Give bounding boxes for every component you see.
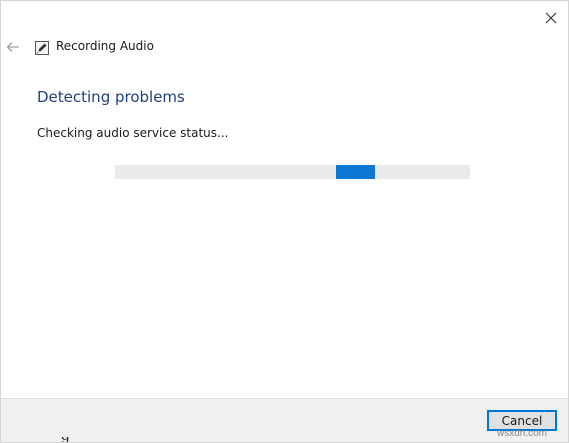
close-button[interactable] xyxy=(539,7,563,29)
app-title: Recording Audio xyxy=(56,39,154,53)
watermark: wsxdn.com xyxy=(497,428,548,439)
troubleshooter-window: ▀▀▀▀▀▀▀ ▀▀▀▀▀▀▀▀▀▀▀ ▀▀▀▀▀▀▀▀ ▀▀▀▀▀▀ Reco… xyxy=(0,0,569,443)
close-icon xyxy=(545,12,557,24)
page-heading: Detecting problems xyxy=(37,88,185,106)
footer-bar: Cancel xyxy=(1,398,568,442)
back-button[interactable] xyxy=(5,39,21,55)
microphone-icon xyxy=(35,40,49,55)
progress-bar xyxy=(115,165,470,179)
back-arrow-icon xyxy=(6,42,19,52)
background-text-strip: ▀▀▀▀▀▀▀ ▀▀▀▀▀▀▀▀▀▀▀ ▀▀▀▀▀▀▀▀ ▀▀▀▀▀▀ xyxy=(1,1,568,5)
status-message: Checking audio service status... xyxy=(37,126,229,140)
progress-bar-chunk xyxy=(336,165,375,179)
background-text-fragment: g xyxy=(61,437,81,442)
